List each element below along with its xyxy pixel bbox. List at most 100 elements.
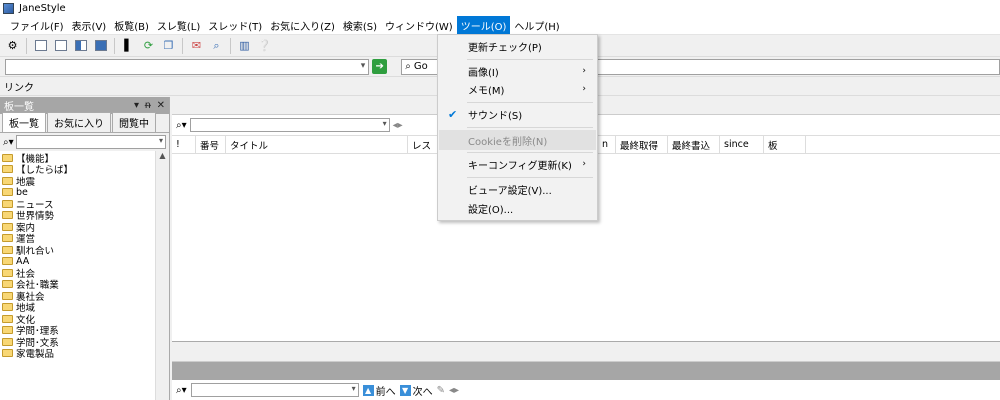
menu-item-update-check[interactable]: 更新チェック(P) — [439, 36, 596, 56]
chevron-down-icon[interactable]: ▾ — [159, 136, 163, 145]
toolbar-separator — [114, 37, 115, 54]
refresh-icon[interactable]: ⟳ — [140, 37, 157, 54]
folder-icon — [2, 245, 13, 254]
folder-icon — [2, 188, 13, 197]
tab-board-list[interactable]: 板一覧 — [2, 112, 46, 132]
menu-item-label: 更新チェック(P) — [468, 42, 542, 54]
menu-help[interactable]: ヘルプ(H) — [510, 16, 563, 35]
search-icon[interactable]: ⌕▾ — [176, 385, 187, 396]
book-icon[interactable]: ▥ — [236, 37, 253, 54]
menu-view[interactable]: 表示(V) — [68, 16, 111, 35]
layout-icon[interactable] — [32, 37, 49, 54]
vertical-scrollbar[interactable]: ▲ — [155, 151, 169, 400]
menu-item-sound[interactable]: ✔ サウンド(S) — [439, 104, 596, 124]
layout-icon[interactable] — [52, 37, 69, 54]
toolbar-separator — [182, 37, 183, 54]
column-header-last-written[interactable]: 最終書込 — [668, 135, 720, 154]
menu-thread-list[interactable]: スレ覧(L) — [153, 16, 204, 35]
layout-icon[interactable] — [92, 37, 109, 54]
search-icon[interactable]: ⌕ — [208, 37, 225, 54]
column-header-last-fetched[interactable]: 最終取得 — [616, 135, 668, 154]
menu-bar: ファイル(F) 表示(V) 板覧(B) スレ覧(L) スレッド(T) お気に入り… — [0, 16, 1000, 35]
column-header-mark[interactable]: ! — [172, 135, 196, 154]
splitter-icon[interactable]: ◂▸ — [449, 385, 459, 396]
menu-item-settings[interactable]: 設定(O)... — [439, 198, 596, 218]
tree-item-label: 地震 — [16, 176, 36, 188]
menu-item-label: 画像(I) — [468, 67, 499, 79]
help-icon[interactable]: ❔ — [256, 37, 273, 54]
column-header-number[interactable]: 番号 — [196, 135, 226, 154]
prev-label: 前へ — [375, 386, 396, 398]
close-icon[interactable]: ✕ — [157, 100, 165, 111]
tree-item-label: 馴れ合い — [16, 245, 55, 257]
folder-icon — [2, 222, 13, 231]
menu-file[interactable]: ファイル(F) — [6, 16, 68, 35]
go-arrow-icon[interactable]: ➔ — [372, 59, 388, 74]
menu-separator — [467, 127, 593, 128]
chevron-down-icon[interactable]: ▾ — [352, 384, 356, 393]
menu-item-memo[interactable]: メモ(M) › — [439, 79, 596, 99]
address-input[interactable]: ▾ — [5, 58, 370, 75]
chevron-down-icon[interactable]: ▾ — [361, 61, 366, 71]
pane-title: 板一覧 — [4, 102, 34, 113]
board-search-row: ⌕▾ ▾ — [0, 133, 169, 151]
menu-window[interactable]: ウィンドウ(W) — [381, 16, 457, 35]
chevron-down-icon[interactable]: ▾ — [383, 119, 387, 128]
menu-item-viewer-settings[interactable]: ビューア設定(V)... — [439, 179, 596, 199]
folder-icon — [2, 257, 13, 266]
chat-icon[interactable]: ✉ — [188, 37, 205, 54]
column-header-since[interactable]: since — [720, 135, 764, 154]
tab-favorites[interactable]: お気に入り — [47, 112, 111, 132]
board-list-pane: 板一覧 ▾ ᵰ ✕ 板一覧 お気に入り 閲覧中 ⌕▾ ▾ 【機能】 【したらば】地… — [0, 97, 170, 400]
pane-menu-icon[interactable]: ▾ — [134, 100, 139, 111]
splitter-icon[interactable]: ◂▸ — [393, 120, 403, 131]
folder-icon — [2, 326, 13, 335]
prev-button[interactable]: ▲ 前へ — [362, 383, 396, 398]
thread-search-input[interactable]: ▾ — [190, 383, 359, 397]
menu-tools[interactable]: ツール(O) — [456, 16, 511, 35]
pin-icon[interactable]: ᵰ — [145, 100, 151, 111]
check-icon: ✔ — [448, 107, 458, 121]
folder-icon — [2, 176, 13, 185]
menu-item-key-config[interactable]: キーコンフィグ更新(K) › — [439, 154, 596, 174]
down-arrow-icon: ▼ — [399, 384, 411, 396]
next-button[interactable]: ▼ 次へ — [399, 383, 433, 398]
tab-viewing[interactable]: 閲覧中 — [112, 112, 156, 132]
tree-item[interactable]: 地震 — [2, 175, 169, 188]
menu-item-image[interactable]: 画像(I) › — [439, 61, 596, 81]
menu-search[interactable]: 検索(S) — [339, 16, 381, 35]
menu-item-delete-cookie: Cookieを削除(N) — [439, 130, 596, 150]
chevron-right-icon: › — [582, 66, 586, 76]
menu-separator — [467, 152, 593, 153]
tree-item[interactable]: 馴れ合い — [2, 244, 169, 257]
thread-filter-input[interactable]: ▾ — [189, 118, 390, 132]
menu-board[interactable]: 板覧(B) — [110, 16, 153, 35]
folder-icon — [2, 291, 13, 300]
app-icon — [3, 3, 14, 14]
search-icon[interactable]: ⌕▾ — [3, 137, 14, 148]
layout-icon[interactable] — [72, 37, 89, 54]
folder-icon — [2, 268, 13, 277]
pencil-icon[interactable]: ✎ — [437, 385, 445, 396]
column-header-n[interactable]: n — [598, 135, 616, 154]
column-header-board[interactable]: 板 — [764, 135, 806, 154]
folder-icon — [2, 199, 13, 208]
chevron-right-icon: › — [582, 159, 586, 169]
google-label: Go — [413, 61, 428, 72]
board-search-input[interactable]: ▾ — [15, 135, 166, 149]
folder-icon — [2, 314, 13, 323]
document-icon[interactable]: ▌ — [120, 37, 137, 54]
tree-item[interactable]: 家電製品 — [2, 348, 169, 360]
folder-icon — [2, 153, 13, 162]
menu-thread[interactable]: スレッド(T) — [204, 16, 266, 35]
tools-icon[interactable]: ⚙ — [4, 37, 21, 54]
menu-favorites[interactable]: お気に入り(Z) — [266, 16, 339, 35]
search-icon[interactable]: ⌕▾ — [176, 120, 187, 131]
copy-icon[interactable]: ❐ — [160, 37, 177, 54]
link-bar-label: リンク — [4, 82, 34, 94]
column-header-title[interactable]: タイトル — [226, 135, 408, 154]
folder-icon — [2, 337, 13, 346]
scroll-up-icon[interactable]: ▲ — [156, 151, 169, 160]
tools-menu-dropdown: 更新チェック(P) 画像(I) › メモ(M) › ✔ サウンド(S) Cook… — [437, 34, 598, 221]
title-bar: JaneStyle — [0, 0, 1000, 17]
